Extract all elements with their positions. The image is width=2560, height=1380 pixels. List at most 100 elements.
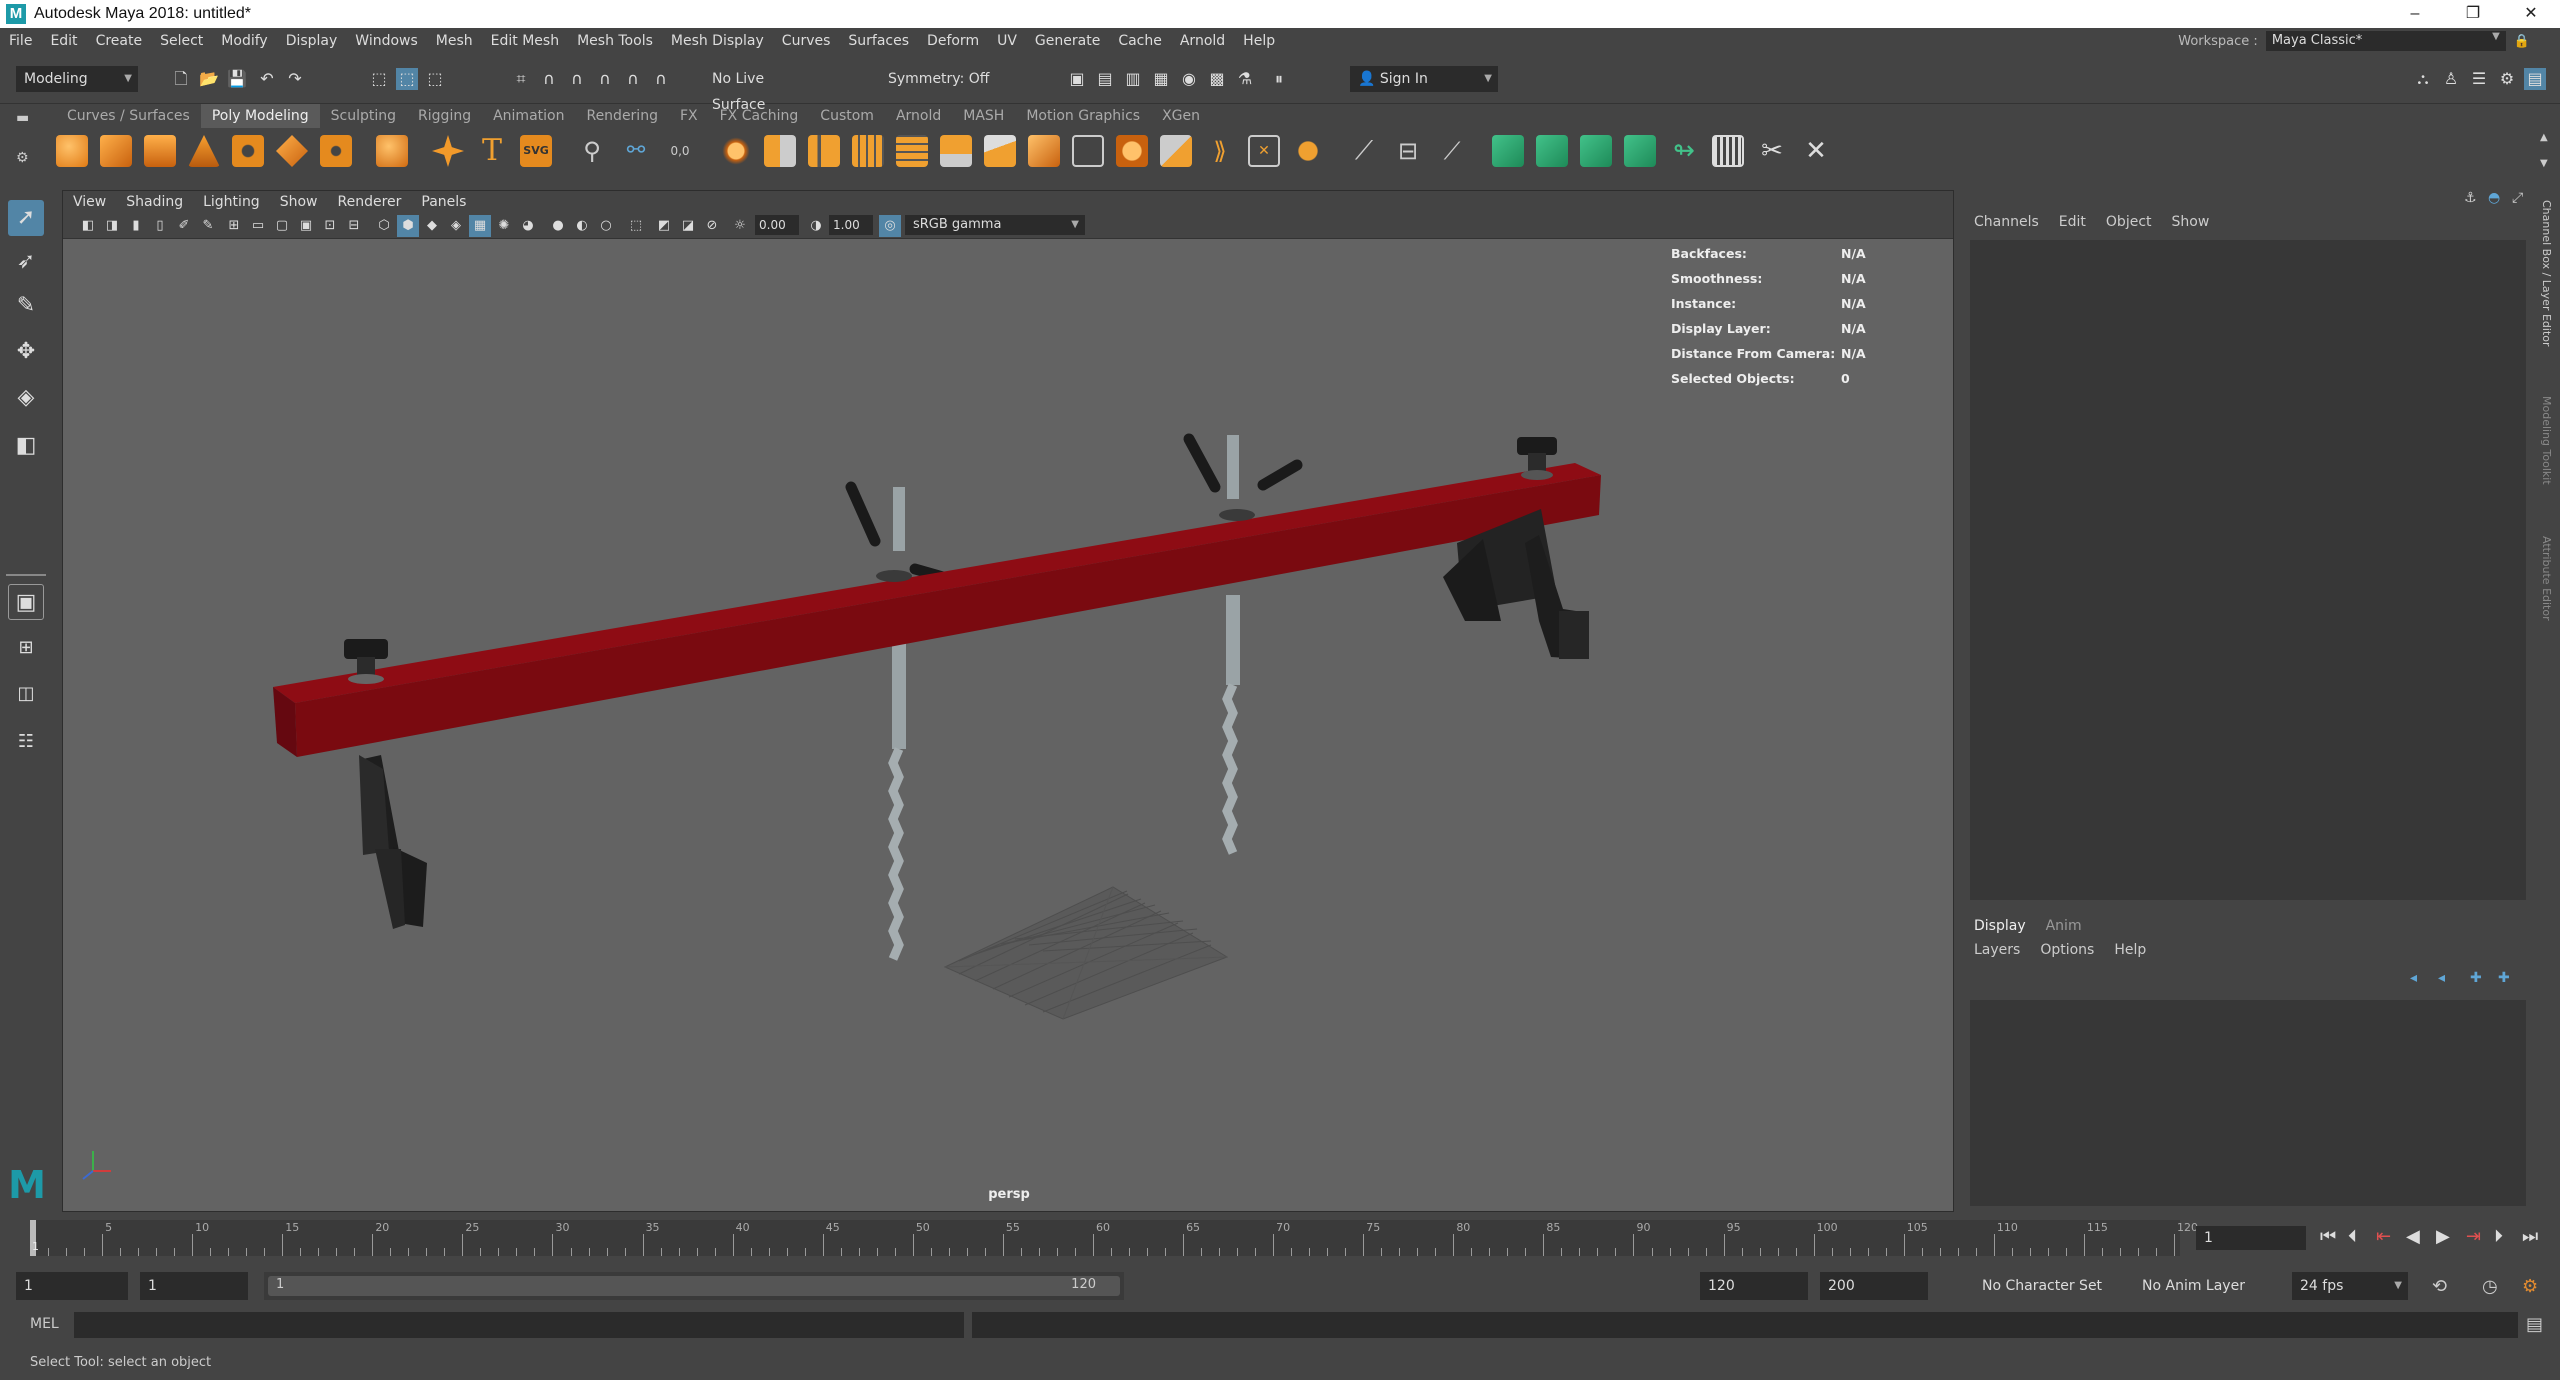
open-scene-icon[interactable]: 📂	[198, 68, 220, 90]
live-surface-field[interactable]: No Live Surface	[704, 66, 824, 113]
script-editor-icon[interactable]: ▤	[2526, 1314, 2543, 1335]
menu-surfaces[interactable]: Surfaces	[839, 33, 918, 49]
select-tool-icon[interactable]: ➚	[8, 200, 44, 236]
color-management-icon[interactable]: ◎	[879, 215, 901, 237]
count-icon[interactable]: 0,0	[664, 135, 696, 167]
combine-icon[interactable]	[720, 135, 752, 167]
new-layer-selected-icon[interactable]: ✚	[2498, 970, 2510, 986]
save-scene-icon[interactable]: 💾	[226, 68, 248, 90]
uv-cut-icon[interactable]: ✂	[1756, 135, 1788, 167]
camera-select-icon[interactable]: ◧	[77, 215, 99, 237]
menu-cache[interactable]: Cache	[1109, 33, 1171, 49]
mirror-geometry-icon[interactable]: ⚯	[620, 135, 652, 167]
sign-in-button[interactable]: 👤 Sign In ▼	[1350, 66, 1498, 92]
menu-create[interactable]: Create	[87, 33, 152, 49]
hypershade-icon[interactable]: ◉	[1178, 68, 1200, 90]
uv-spherical-icon[interactable]	[1580, 135, 1612, 167]
menu-windows[interactable]: Windows	[346, 33, 427, 49]
collapse-icon[interactable]: ⟫	[1204, 135, 1236, 167]
menu-file[interactable]: File	[0, 33, 41, 49]
menu-select[interactable]: Select	[151, 33, 212, 49]
separate-icon[interactable]	[764, 135, 796, 167]
start-time-field[interactable]: 1	[16, 1272, 128, 1300]
menu-deform[interactable]: Deform	[918, 33, 988, 49]
loop-icon[interactable]: ⟲	[2432, 1276, 2447, 1297]
select-hierarchy-icon[interactable]: ⬚	[368, 68, 390, 90]
play-forwards-icon[interactable]: ▶	[2436, 1226, 2450, 1247]
channel-box-icon[interactable]: ▤	[2524, 68, 2546, 90]
single-perspective-icon[interactable]: ▣	[8, 584, 44, 620]
menu-modify[interactable]: Modify	[212, 33, 276, 49]
command-language-label[interactable]: MEL	[30, 1316, 59, 1332]
tab-motion-graphics[interactable]: Motion Graphics	[1015, 104, 1151, 128]
arnold-render-icon[interactable]: ▩	[1206, 68, 1228, 90]
move-tool-icon[interactable]: ✥	[8, 334, 44, 370]
xray-icon[interactable]: ◩	[653, 215, 675, 237]
lasso-icon[interactable]: ➶	[8, 244, 44, 280]
poly-plane-icon[interactable]	[276, 135, 308, 167]
super-shape-icon[interactable]	[432, 135, 464, 167]
poly-torus-icon[interactable]	[232, 135, 264, 167]
poly-transfer-icon[interactable]: ⚲	[576, 135, 608, 167]
type-tool-icon[interactable]: T	[476, 135, 508, 167]
anti-aliasing-icon[interactable]: ◐	[571, 215, 593, 237]
reduce-icon[interactable]	[896, 135, 928, 167]
paint-select-icon[interactable]: ✎	[8, 288, 44, 324]
grease-pencil-icon[interactable]: ✎	[197, 215, 219, 237]
uv-unfold-icon[interactable]: ↬	[1668, 135, 1700, 167]
vp-menu-view[interactable]: View	[63, 194, 116, 210]
gamma-icon[interactable]: ◑	[805, 215, 827, 237]
move-layer-down-icon[interactable]: ◂	[2438, 970, 2445, 986]
tab-mash[interactable]: MASH	[952, 104, 1015, 128]
gate-mask-icon[interactable]: ▣	[295, 215, 317, 237]
snap-surface-icon[interactable]: ∩	[622, 68, 644, 90]
menu-arnold[interactable]: Arnold	[1171, 33, 1234, 49]
poly-disc-icon[interactable]	[320, 135, 352, 167]
animation-prefs-icon[interactable]: ⚙	[2522, 1276, 2538, 1297]
target-weld-icon[interactable]	[1292, 135, 1324, 167]
cb-menu-object[interactable]: Object	[2096, 214, 2162, 230]
render-view-icon[interactable]: ▣	[1066, 68, 1088, 90]
xray-joints-icon[interactable]: ◪	[677, 215, 699, 237]
persp-outliner-layout-icon[interactable]: ◫	[8, 676, 44, 712]
playback-start-field[interactable]: 1	[140, 1272, 248, 1300]
command-input[interactable]	[74, 1312, 964, 1338]
film-gate-icon[interactable]: ▭	[247, 215, 269, 237]
insert-edge-loop-icon[interactable]: ⊟	[1392, 135, 1424, 167]
move-layer-up-icon[interactable]: ◂	[2410, 970, 2417, 986]
le-menu-layers[interactable]: Layers	[1964, 942, 2030, 958]
play-backwards-icon[interactable]: ◀	[2406, 1226, 2420, 1247]
pin-icon[interactable]: ⚓	[2464, 190, 2477, 206]
tab-poly-modeling[interactable]: Poly Modeling	[200, 104, 320, 128]
offset-edge-loop-icon[interactable]: ⟋	[1436, 135, 1468, 167]
poly-sphere-icon[interactable]	[56, 135, 88, 167]
use-default-lights-icon[interactable]: ▦	[469, 215, 491, 237]
poly-cube-icon[interactable]	[100, 135, 132, 167]
pause-icon[interactable]: ⏸	[1268, 68, 1290, 90]
snap-grid-icon[interactable]: ⌗	[510, 68, 532, 90]
tab-display[interactable]: Display	[1964, 918, 2036, 934]
fps-dropdown[interactable]: 24 fps ▼	[2292, 1272, 2408, 1300]
select-component-icon[interactable]: ⬚	[424, 68, 446, 90]
tab-curves-surfaces[interactable]: Curves / Surfaces	[56, 104, 201, 128]
le-menu-options[interactable]: Options	[2030, 942, 2104, 958]
lock-icon[interactable]: 🔒	[2514, 34, 2530, 49]
platonic-solid-icon[interactable]	[376, 135, 408, 167]
redo-icon[interactable]: ↷	[284, 68, 306, 90]
tool-settings-icon[interactable]: ⚙	[2496, 68, 2518, 90]
exposure-field[interactable]: 0.00	[755, 215, 799, 235]
tab-anim[interactable]: Anim	[2036, 918, 2092, 934]
shadows-icon[interactable]: ✺	[493, 215, 515, 237]
exposure-icon[interactable]: ☼	[729, 215, 751, 237]
snap-curve-icon[interactable]: ∩	[538, 68, 560, 90]
screen-space-ao-icon[interactable]: ◕	[517, 215, 539, 237]
menu-set-dropdown[interactable]: Modeling ▼	[16, 66, 138, 92]
motion-blur-icon[interactable]: ●	[547, 215, 569, 237]
uv-automatic-icon[interactable]	[1624, 135, 1656, 167]
grid-toggle-icon[interactable]: ⊞	[223, 215, 245, 237]
mirror-icon[interactable]	[808, 135, 840, 167]
step-back-key-icon[interactable]: ⇤	[2376, 1226, 2391, 1247]
menu-uv[interactable]: UV	[988, 33, 1026, 49]
render-current-icon[interactable]: ▤	[1094, 68, 1116, 90]
step-back-frame-icon[interactable]: ⏴	[2348, 1226, 2357, 1247]
